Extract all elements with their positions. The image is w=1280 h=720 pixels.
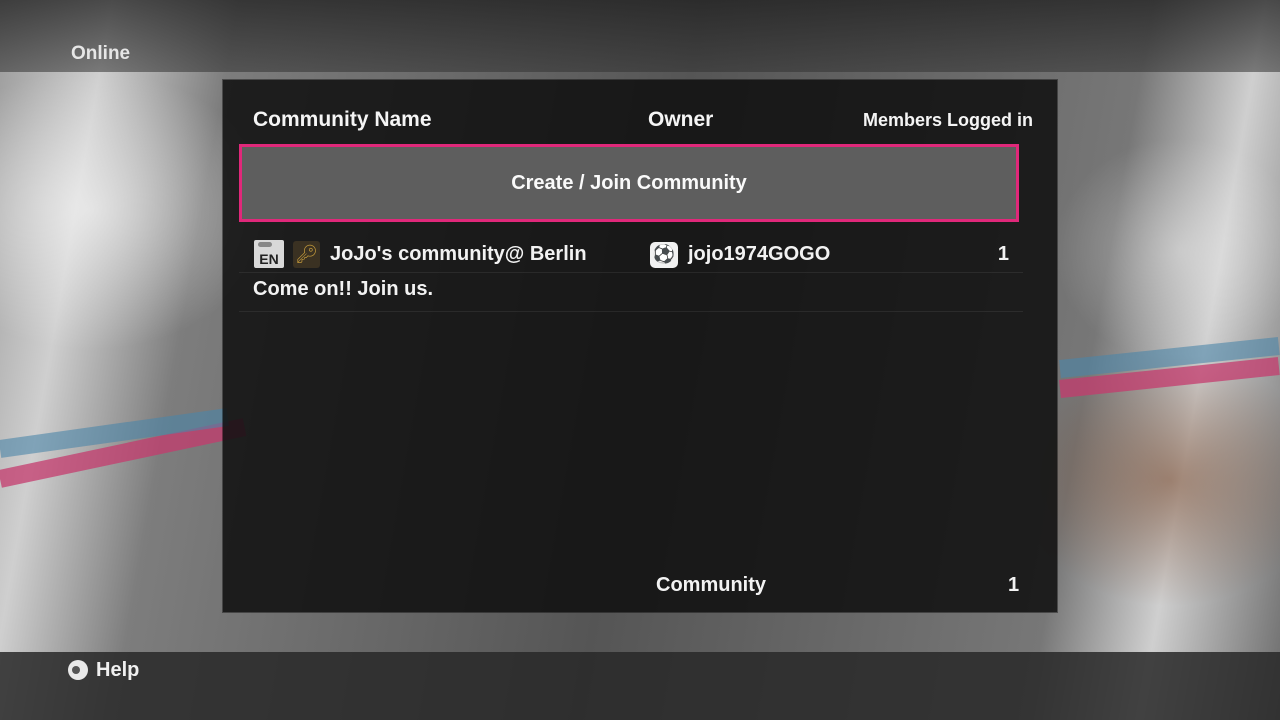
help-label: Help <box>96 658 140 681</box>
community-total-label: Community <box>656 574 766 596</box>
top-bar <box>0 0 1280 72</box>
column-header-owner: Owner <box>648 108 714 131</box>
help-button[interactable]: Help <box>68 656 139 684</box>
key-icon: 🔑︎ <box>293 241 320 268</box>
create-join-community-label: Create / Join Community <box>511 171 747 194</box>
community-list-item[interactable]: EN 🔑︎ JoJo's community@ Berlin ⚽ jojo197… <box>239 234 1023 312</box>
community-total-count: 1 <box>1008 574 1020 596</box>
create-join-community-button[interactable]: Create / Join Community <box>239 144 1019 222</box>
language-code: EN <box>259 251 279 267</box>
bottom-bar <box>0 652 1280 720</box>
football-avatar-icon: ⚽ <box>650 242 678 268</box>
community-name: JoJo's community@ Berlin <box>330 243 587 265</box>
row-divider <box>239 311 1023 312</box>
row-divider <box>239 272 1023 273</box>
column-header-community-name: Community Name <box>253 108 432 131</box>
column-header-members-logged-in: Members Logged in <box>863 110 1034 130</box>
community-comment: Come on!! Join us. <box>253 278 433 300</box>
controller-button-icon <box>68 660 88 680</box>
screen-title: Online <box>71 43 131 64</box>
language-bubble-shape <box>258 242 272 247</box>
members-logged-in-count: 1 <box>997 243 1009 265</box>
language-flag-icon: EN <box>254 240 284 268</box>
community-owner: jojo1974GOGO <box>688 243 831 265</box>
